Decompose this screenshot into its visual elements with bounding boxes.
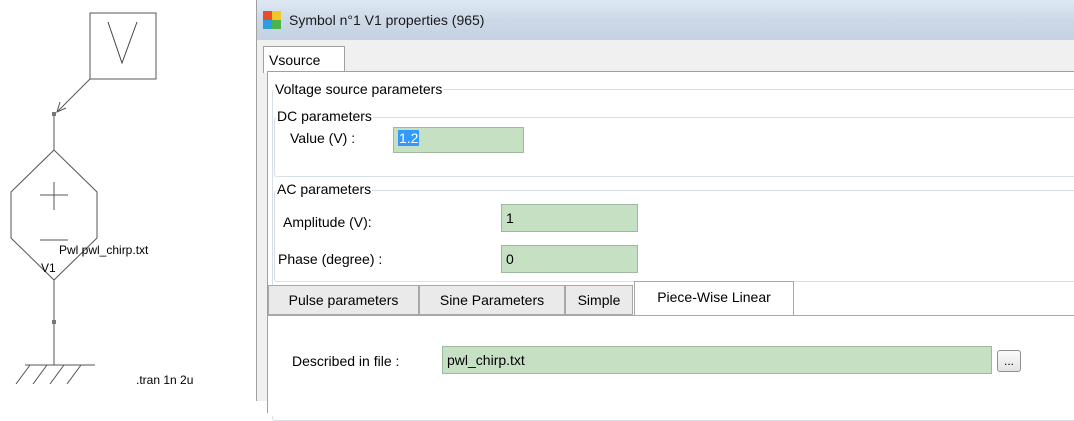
subtab-sine-parameters[interactable]: Sine Parameters <box>419 285 565 315</box>
pwl-file-input[interactable]: pwl_chirp.txt <box>442 346 992 374</box>
node-dot-top <box>52 112 56 116</box>
tab-vsource-label: Vsource <box>269 52 321 68</box>
source-label: Pwl pwl_chirp.txt <box>59 243 149 257</box>
subtab-piece-wise-linear[interactable]: Piece-Wise Linear <box>634 281 794 316</box>
dc-parameters-title: DC parameters <box>276 108 373 124</box>
amplitude-label: Amplitude (V): <box>283 214 372 230</box>
browse-file-button[interactable]: ... <box>997 350 1021 372</box>
tab-vsource[interactable]: Vsource <box>263 46 345 73</box>
properties-window: Symbol n°1 V1 properties (965) Vsource V… <box>256 0 1074 421</box>
ac-parameters-group <box>274 190 1074 282</box>
tran-label: .tran 1n 2u <box>136 373 194 387</box>
schematic-drawing <box>10 12 157 385</box>
dc-value-input[interactable]: 1.2 <box>393 127 524 153</box>
app-icon <box>263 11 281 29</box>
amplitude-input[interactable]: 1 <box>501 204 638 232</box>
dc-value-selected-text: 1.2 <box>398 130 420 146</box>
subtab-pulse-parameters[interactable]: Pulse parameters <box>268 285 419 315</box>
voltmeter-v-glyph <box>107 21 138 65</box>
ref-label: V1 <box>41 261 56 275</box>
phase-label: Phase (degree) : <box>278 251 383 267</box>
schematic-canvas[interactable]: Pwl pwl_chirp.txt V1 .tran 1n 2u <box>0 0 255 401</box>
node-dot-bottom <box>52 320 56 324</box>
voltmeter-box <box>89 12 157 80</box>
phase-input[interactable]: 0 <box>501 245 638 273</box>
vsource-panel: Voltage source parameters DC parameters … <box>267 71 1074 421</box>
window-title: Symbol n°1 V1 properties (965) <box>289 12 485 28</box>
ac-parameters-title: AC parameters <box>276 181 373 197</box>
pwl-file-label: Described in file : <box>292 353 400 369</box>
voltage-source-group-title: Voltage source parameters <box>274 81 444 97</box>
dc-value-label: Value (V) : <box>290 130 356 146</box>
subtab-simple[interactable]: Simple <box>565 285 633 315</box>
title-bar[interactable]: Symbol n°1 V1 properties (965) <box>257 0 1074 40</box>
probe-line <box>56 78 91 113</box>
